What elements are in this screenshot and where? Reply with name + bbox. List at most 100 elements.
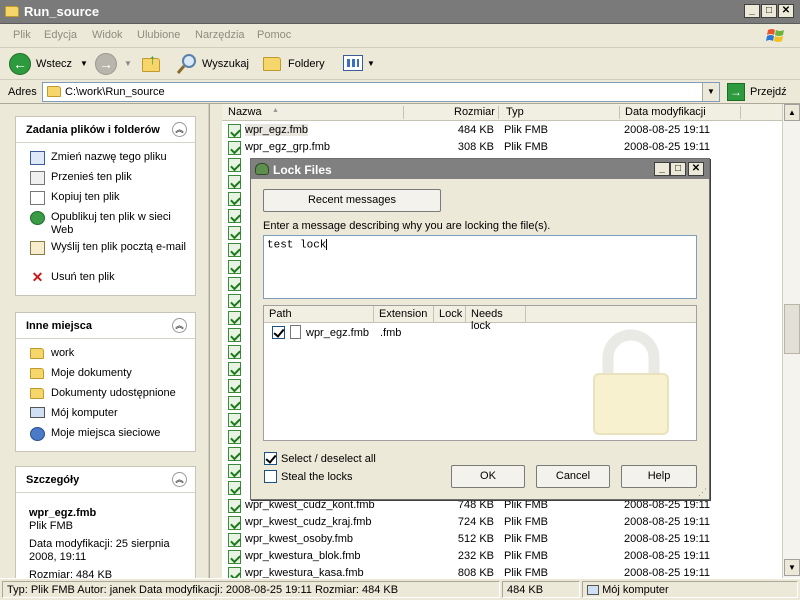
status-bar: Typ: Plik FMB Autor: janek Data modyfika… xyxy=(0,578,800,600)
collapse-icon[interactable]: ︽ xyxy=(172,122,187,137)
dialog-minimize-button[interactable]: _ xyxy=(654,162,670,176)
cancel-button[interactable]: Cancel xyxy=(536,465,610,488)
padlock-icon xyxy=(593,329,669,435)
forward-button[interactable]: → xyxy=(95,53,117,75)
column-header: Nazwa ▲ Rozmiar Typ Data modyfikacji xyxy=(222,104,782,121)
fmb-file-icon xyxy=(228,277,241,291)
resize-grip-icon[interactable]: ⋰ xyxy=(698,487,707,498)
column-date[interactable]: Data modyfikacji xyxy=(625,106,706,118)
file-list-scrollbar[interactable]: ▲ ▼ xyxy=(782,104,800,578)
close-button[interactable]: ✕ xyxy=(778,4,794,18)
turtle-icon xyxy=(255,163,269,175)
column-name[interactable]: Nazwa xyxy=(228,106,262,118)
fmb-file-icon xyxy=(228,328,241,342)
file-row[interactable]: wpr_egz_grp.fmb 308 KB Plik FMB 2008-08-25 … xyxy=(222,139,782,156)
search-button[interactable]: Wyszukaj xyxy=(174,52,256,76)
address-dropdown-button[interactable]: ▼ xyxy=(702,83,719,101)
row-checkbox[interactable] xyxy=(272,326,285,339)
row-path: wpr_egz.fmb xyxy=(306,327,369,339)
dialog-title: Lock Files xyxy=(273,163,332,177)
task-pane: Zadania plików i folderów ︽ Zmień nazwę … xyxy=(0,104,210,578)
folders-button[interactable]: Foldery xyxy=(260,52,330,76)
status-info: Typ: Plik FMB Autor: janek Data modyfika… xyxy=(2,581,500,598)
address-bar: Adres C:\work\Run_source ▼ → Przejdź xyxy=(0,80,800,104)
file-tasks-header[interactable]: Zadania plików i folderów ︽ xyxy=(16,117,195,143)
file-row[interactable]: wpr_kwestura_blok.fmb 232 KB Plik FMB 2008-… xyxy=(222,548,782,565)
collapse-icon[interactable]: ︽ xyxy=(172,472,187,487)
window-title-bar[interactable]: Run_source _ □ ✕ xyxy=(0,0,800,24)
scroll-thumb[interactable] xyxy=(784,304,800,354)
message-textarea[interactable]: test lock xyxy=(263,235,697,299)
fmb-file-icon xyxy=(228,294,241,308)
file-size: 232 KB xyxy=(457,550,494,562)
recent-messages-button[interactable]: Recent messages xyxy=(263,189,441,212)
minimize-button[interactable]: _ xyxy=(744,4,760,18)
scroll-up-button[interactable]: ▲ xyxy=(209,104,210,121)
chevron-down-icon[interactable]: ▼ xyxy=(124,59,132,68)
fmb-file-icon xyxy=(228,226,241,240)
scroll-down-button[interactable]: ▼ xyxy=(784,559,800,576)
column-separator[interactable] xyxy=(619,106,620,119)
lock-files-dialog: Lock Files _ □ ✕ Recent messages Enter a… xyxy=(250,158,710,500)
folder-icon xyxy=(30,368,44,379)
grid-col-lock[interactable]: Lock xyxy=(434,306,466,323)
dialog-title-bar[interactable]: Lock Files _ □ ✕ xyxy=(251,159,709,179)
menu-view[interactable]: Widok xyxy=(92,29,123,41)
maximize-button[interactable]: □ xyxy=(761,4,777,18)
file-date: 2008-08-25 19:11 xyxy=(624,141,711,153)
help-button[interactable]: Help xyxy=(621,465,697,488)
views-button[interactable]: ▼ xyxy=(341,53,377,75)
column-size[interactable]: Rozmiar xyxy=(454,106,495,118)
dialog-close-button[interactable]: ✕ xyxy=(688,162,704,176)
go-button[interactable]: → Przejdź xyxy=(727,82,797,102)
column-separator[interactable] xyxy=(403,106,404,119)
other-places-header[interactable]: Inne miejsca ︽ xyxy=(16,313,195,339)
fmb-file-icon xyxy=(228,550,241,564)
address-field[interactable]: C:\work\Run_source ▼ xyxy=(42,82,720,102)
chevron-down-icon: ▼ xyxy=(80,59,88,68)
menu-file[interactable]: Plik xyxy=(13,29,31,41)
fmb-file-icon xyxy=(228,413,241,427)
window-title: Run_source xyxy=(24,4,100,19)
select-all-checkbox[interactable] xyxy=(264,452,277,465)
column-separator[interactable] xyxy=(740,106,741,119)
sort-up-icon: ▲ xyxy=(272,107,279,114)
grid-col-path[interactable]: Path xyxy=(264,306,374,323)
ok-button[interactable]: OK xyxy=(451,465,525,488)
scroll-up-button[interactable]: ▲ xyxy=(784,104,800,121)
up-folder-button[interactable]: ↑ xyxy=(142,51,164,74)
fmb-file-icon xyxy=(228,533,241,547)
menu-help[interactable]: Pomoc xyxy=(257,29,291,41)
back-button[interactable]: ← Wstecz ▼ xyxy=(6,52,90,76)
steal-locks-checkbox[interactable] xyxy=(264,470,277,483)
back-arrow-icon: ← xyxy=(9,53,31,75)
grid-col-extension[interactable]: Extension xyxy=(374,306,434,323)
menu-tools[interactable]: Narzędzia xyxy=(195,29,245,41)
file-date: 2008-08-25 19:11 xyxy=(624,533,711,545)
grid-col-needs-lock[interactable]: Needs lock xyxy=(466,306,526,332)
dialog-maximize-button[interactable]: □ xyxy=(670,162,686,176)
file-name: wpr_kwestura_blok.fmb xyxy=(245,550,361,562)
file-icon xyxy=(290,325,301,339)
file-tasks-title: Zadania plików i folderów xyxy=(26,124,160,136)
search-label: Wyszukaj xyxy=(202,58,249,70)
menu-favorites[interactable]: Ulubione xyxy=(137,29,180,41)
column-separator[interactable] xyxy=(498,106,499,119)
column-type[interactable]: Typ xyxy=(506,106,524,118)
menu-edit[interactable]: Edycja xyxy=(44,29,77,41)
scroll-thumb[interactable] xyxy=(209,122,210,522)
steal-locks-option[interactable]: Steal the locks xyxy=(263,469,463,485)
file-row[interactable]: wpr_kwest_osoby.fmb 512 KB Plik FMB 2008-08… xyxy=(222,531,782,548)
task-pane-scrollbar[interactable]: ▲ xyxy=(208,104,210,578)
collapse-icon[interactable]: ︽ xyxy=(172,318,187,333)
file-row[interactable]: wpr_egz.fmb 484 KB Plik FMB 2008-08-25 19:1… xyxy=(222,122,782,139)
globe-icon xyxy=(30,211,45,225)
file-row[interactable]: wpr_kwest_cudz_kraj.fmb 724 KB Plik FMB 200… xyxy=(222,514,782,531)
delete-icon: ✕ xyxy=(31,269,44,285)
select-all-option[interactable]: Select / deselect all xyxy=(263,451,463,467)
computer-icon xyxy=(30,407,45,418)
details-header[interactable]: Szczegóły ︽ xyxy=(16,467,195,493)
other-places-panel: Inne miejsca ︽ work Moje dokumenty Dokum… xyxy=(15,312,196,452)
select-all-label: Select / deselect all xyxy=(281,453,376,465)
fmb-file-icon xyxy=(228,447,241,461)
